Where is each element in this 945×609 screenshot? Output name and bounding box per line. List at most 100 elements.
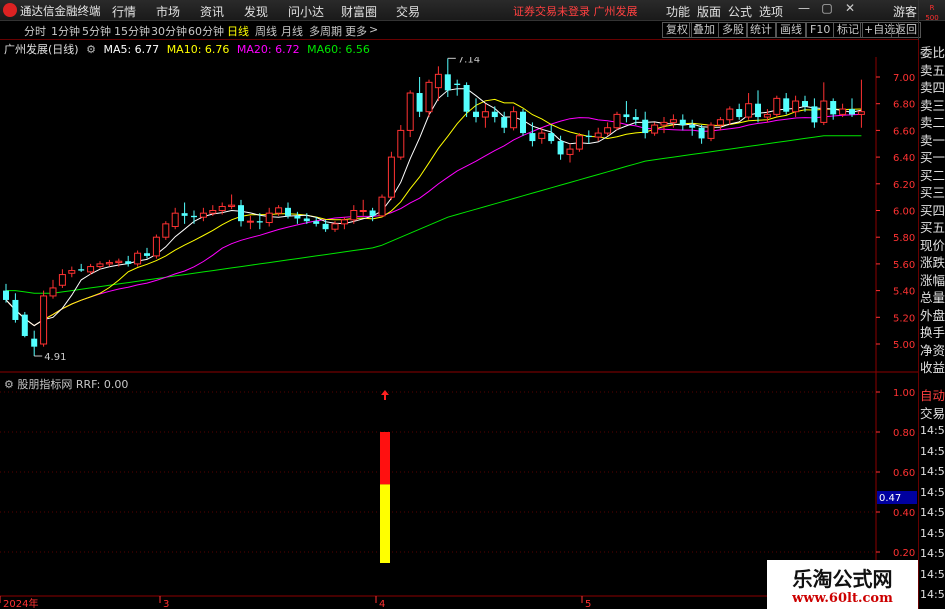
- menu-wealth-circle[interactable]: 财富圈: [341, 3, 377, 20]
- guest-login[interactable]: 游客: [893, 3, 917, 20]
- indicator-axis-label: 0.80: [893, 428, 915, 439]
- sidebar-quote-item[interactable]: 买一: [920, 147, 945, 166]
- menu-market[interactable]: 市场: [156, 3, 180, 20]
- sidebar-quote-item[interactable]: 买三: [920, 182, 945, 201]
- restore-icon[interactable]: ▢: [818, 1, 836, 19]
- overlay-button[interactable]: 叠加: [689, 22, 719, 38]
- candle-body: [256, 221, 263, 223]
- ma20-value: MA20: 6.72: [236, 43, 300, 56]
- sidebar-trade-time: 14:56: [920, 567, 945, 581]
- ma10-line: [5, 98, 862, 327]
- candle-body: [397, 129, 405, 158]
- minimize-icon[interactable]: —: [795, 1, 813, 19]
- indicator-header: ⚙ 股朋指标网 RRF: 0.00: [4, 376, 128, 392]
- candle-body: [726, 108, 734, 121]
- candle-body: [763, 113, 771, 118]
- close-icon[interactable]: ✕: [841, 1, 859, 19]
- candle-body: [444, 74, 451, 91]
- tf-daily[interactable]: 日线: [227, 23, 249, 39]
- f10-button[interactable]: F10: [806, 22, 835, 38]
- indicator-gear-icon[interactable]: ⚙: [4, 378, 14, 391]
- tf-30min[interactable]: 30分钟: [151, 23, 187, 39]
- tf-60min[interactable]: 60分钟: [188, 23, 224, 39]
- sidebar-quote-item[interactable]: 卖一: [920, 130, 945, 149]
- ma20-line: [5, 113, 862, 327]
- sidebar-quote-item[interactable]: 净资: [920, 340, 945, 359]
- candle-body: [660, 121, 668, 126]
- sidebar-quote-item[interactable]: 卖五: [920, 60, 945, 79]
- tf-weekly[interactable]: 周线: [255, 23, 277, 39]
- tf-multi[interactable]: 多周期: [309, 23, 342, 39]
- price-axis-label: 6.00: [893, 207, 915, 218]
- sidebar-trade-label[interactable]: 交易: [920, 403, 945, 422]
- candle-body: [58, 274, 66, 286]
- time-axis-label: 2024年: [3, 597, 38, 609]
- sidebar-quote-item[interactable]: 卖二: [920, 112, 945, 131]
- candle-body: [3, 290, 9, 300]
- candle-body: [218, 205, 226, 211]
- candle-body: [783, 98, 790, 112]
- sidebar-trade-time: 14:56: [920, 424, 945, 437]
- sidebar-quote-item[interactable]: 换手: [920, 322, 945, 341]
- menu-options[interactable]: 选项: [759, 3, 783, 20]
- candle-body: [792, 100, 800, 113]
- sidebar-quote-item[interactable]: 买五: [920, 217, 945, 236]
- kline-chart[interactable]: 7.00 6.80 6.60 6.40 6.20 6.00 5.80 5.60 5.40 5.20…: [0, 57, 918, 609]
- tf-1min[interactable]: 1分钟: [51, 23, 80, 39]
- price-axis-label: 5.60: [893, 260, 915, 271]
- chevron-right-icon[interactable]: >: [369, 23, 378, 36]
- sidebar-quote-item[interactable]: 买二: [920, 165, 945, 184]
- price-axis-label: 6.40: [893, 153, 915, 164]
- menu-news[interactable]: 资讯: [200, 3, 224, 20]
- tf-15min[interactable]: 15分钟: [114, 23, 150, 39]
- tf-more[interactable]: 更多: [345, 23, 367, 39]
- mark-button[interactable]: 标记: [833, 22, 863, 38]
- sidebar-quote-item[interactable]: 涨跌: [920, 252, 945, 271]
- menu-discover[interactable]: 发现: [244, 3, 268, 20]
- sidebar-quote-item[interactable]: 卖四: [920, 77, 945, 96]
- tf-5min[interactable]: 5分钟: [82, 23, 111, 39]
- signal-arrow-icon: [381, 390, 389, 400]
- sidebar-quote-item[interactable]: 卖三: [920, 95, 945, 114]
- sidebar-trade-time: 14:56: [920, 588, 945, 601]
- candle-body: [96, 263, 104, 268]
- statistics-button[interactable]: 统计: [746, 22, 776, 38]
- sidebar-trade-time: 14:56: [920, 526, 945, 540]
- tf-tick[interactable]: 分时: [24, 23, 46, 39]
- candle-body: [613, 113, 621, 129]
- menu-layout[interactable]: 版面: [697, 3, 721, 20]
- app-logo-icon: [3, 3, 17, 17]
- menu-trade[interactable]: 交易: [396, 3, 420, 20]
- candle-body: [566, 148, 574, 155]
- candle-body: [698, 127, 705, 139]
- app-name: 通达信金融终端: [20, 4, 101, 18]
- tf-monthly[interactable]: 月线: [281, 23, 303, 39]
- sidebar-quote-item[interactable]: 收益: [920, 357, 945, 376]
- price-axis-label: 6.20: [893, 180, 915, 191]
- candle-body: [378, 196, 386, 217]
- menu-ask[interactable]: 问小达: [288, 3, 324, 20]
- quote-sidebar: 委比 卖五 卖四 卖三 卖二 卖一 买一 买二 买三 买四 买五 现价 涨跌 涨幅 总量 外盘 换手 净资 收益自动…: [918, 40, 945, 609]
- sidebar-quote-item[interactable]: 买四: [920, 200, 945, 219]
- sidebar-quote-item[interactable]: 外盘: [920, 305, 945, 324]
- sidebar-quote-item[interactable]: 委比: [920, 42, 945, 61]
- back-button[interactable]: 返回: [891, 22, 921, 38]
- sidebar-quote-item[interactable]: 涨幅: [920, 270, 945, 289]
- trade-status-notice[interactable]: 证券交易未登录 广州发展: [513, 3, 638, 19]
- settings-gear-icon[interactable]: ⚙: [86, 43, 96, 56]
- ma60-value: MA60: 6.56: [307, 43, 370, 56]
- candle-body: [755, 103, 761, 118]
- sidebar-quote-item[interactable]: 现价: [920, 235, 945, 254]
- menu-formula[interactable]: 公式: [728, 3, 752, 20]
- multi-stock-button[interactable]: 多股: [718, 22, 748, 38]
- sidebar-quote-item[interactable]: 总量: [920, 287, 945, 306]
- indicator-bar-yellow: [380, 484, 390, 563]
- draw-line-button[interactable]: 画线: [776, 22, 806, 38]
- menu-quotes[interactable]: 行情: [112, 3, 136, 20]
- candle-body: [830, 101, 837, 115]
- adjust-button[interactable]: 复权: [662, 22, 692, 38]
- price-axis-label: 5.00: [893, 340, 915, 351]
- candle-body: [40, 295, 48, 345]
- sidebar-auto-label[interactable]: 自动: [920, 385, 945, 404]
- menu-functions[interactable]: 功能: [666, 3, 690, 20]
